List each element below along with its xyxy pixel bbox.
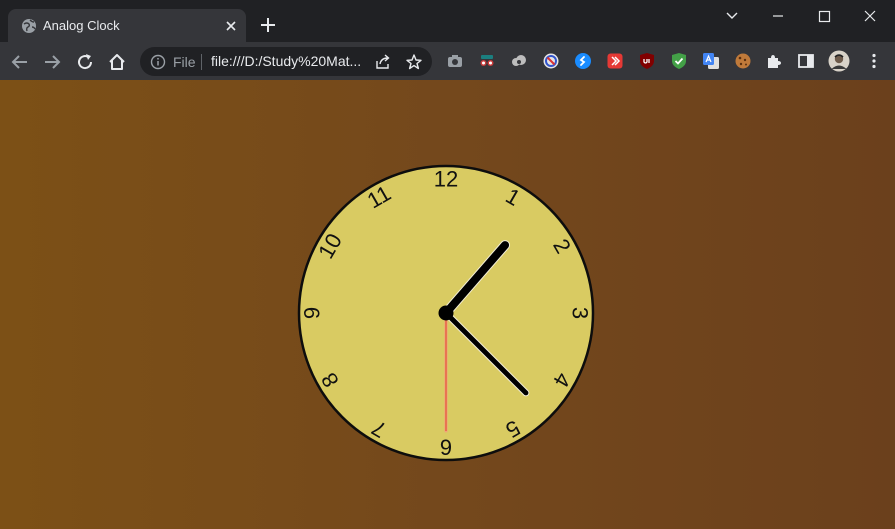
clock-numeral: 12 — [434, 167, 458, 192]
side-panel-icon[interactable] — [797, 52, 815, 70]
ublock-origin-icon[interactable] — [638, 52, 656, 70]
screenshot-camera-icon[interactable] — [446, 52, 464, 70]
blocker-circle-icon[interactable] — [542, 52, 560, 70]
close-tab-icon[interactable] — [222, 17, 240, 35]
address-divider — [201, 54, 202, 70]
shield-check-icon[interactable] — [670, 52, 688, 70]
page-content: 12 1 2 3 4 5 6 7 8 9 10 11 — [0, 80, 895, 529]
tab-analog-clock[interactable]: Analog Clock — [8, 9, 246, 42]
tab-search-chevron-icon[interactable] — [719, 6, 745, 26]
google-translate-icon[interactable] — [702, 52, 720, 70]
reload-icon[interactable] — [74, 51, 96, 73]
shazam-icon[interactable] — [574, 52, 592, 70]
address-bar[interactable]: File file:///D:/Study%20Mat... — [140, 47, 432, 76]
more-menu-icon[interactable] — [865, 52, 883, 70]
home-icon[interactable] — [106, 51, 128, 73]
profile-avatar[interactable] — [828, 50, 850, 72]
clock-center-pin — [438, 305, 454, 321]
cloud-sync-icon[interactable] — [510, 52, 528, 70]
tab-strip: Analog Clock — [0, 0, 895, 42]
clock-numeral: 6 — [440, 435, 452, 460]
incognito-glasses-icon[interactable] — [478, 52, 496, 70]
url-scheme-label: File — [173, 54, 196, 70]
video-player-icon[interactable] — [606, 52, 624, 70]
forward-arrow-icon[interactable] — [41, 51, 63, 73]
new-tab-icon[interactable] — [258, 15, 278, 35]
url-text[interactable]: file:///D:/Study%20Mat... — [211, 53, 361, 69]
globe-icon — [22, 19, 36, 33]
clock-numeral: 9 — [300, 307, 325, 319]
minimize-icon[interactable] — [765, 6, 791, 26]
close-window-icon[interactable] — [857, 6, 883, 26]
browser-toolbar: File file:///D:/Study%20Mat... — [0, 42, 895, 80]
maximize-icon[interactable] — [811, 6, 837, 26]
site-info-icon[interactable] — [150, 54, 166, 70]
cookie-icon[interactable] — [734, 52, 752, 70]
bookmark-star-icon[interactable] — [405, 53, 423, 71]
back-arrow-icon[interactable] — [9, 51, 31, 73]
tab-title: Analog Clock — [43, 18, 120, 33]
puzzle-extensions-icon[interactable] — [765, 52, 783, 70]
clock-numeral: 3 — [568, 307, 593, 319]
share-icon[interactable] — [374, 53, 392, 71]
analog-clock: 121234567891011 — [297, 164, 595, 462]
